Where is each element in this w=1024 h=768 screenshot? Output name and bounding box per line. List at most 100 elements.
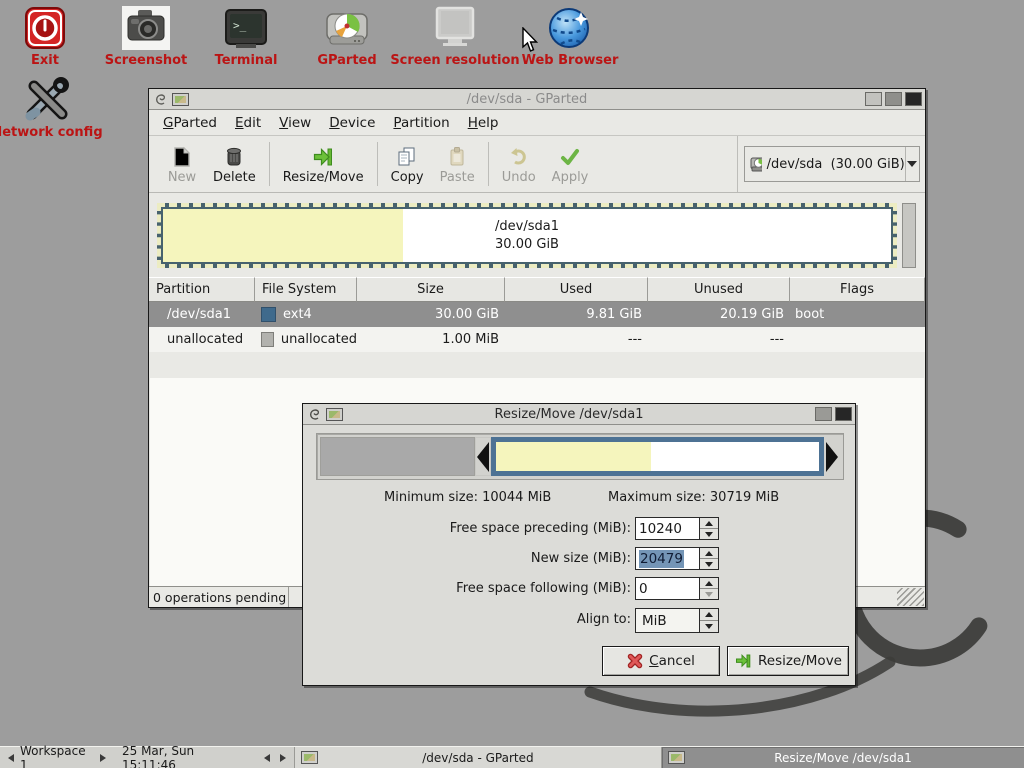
toolbar-new-button[interactable]: New	[159, 141, 205, 188]
toolbar-resize-move-button[interactable]: Resize/Move	[275, 141, 372, 188]
toolbar-apply-button[interactable]: Apply	[544, 141, 597, 188]
new-partition-icon	[170, 144, 194, 170]
column-header-partition[interactable]: Partition	[149, 277, 255, 302]
align-to-combo[interactable]: MiB	[635, 608, 719, 633]
combo-up-button[interactable]	[700, 609, 718, 621]
workspace-next-icon[interactable]	[100, 754, 106, 762]
spin-up-button[interactable]	[700, 518, 718, 529]
clock-text: 25 Mar, Sun 15:11:46	[122, 744, 248, 768]
cell-unused: ---	[648, 327, 790, 352]
dialog-titlebar[interactable]: Resize/Move /dev/sda1	[303, 404, 855, 425]
desktop-icon-label: Network config	[0, 125, 117, 140]
toolbar-label: Paste	[440, 170, 475, 185]
gparted-app-icon	[326, 408, 343, 421]
spin-down-button[interactable]	[700, 559, 718, 569]
right-resize-handle[interactable]	[824, 437, 840, 476]
cell-unused: 20.19 GiB	[648, 302, 790, 327]
gparted-titlebar[interactable]: /dev/sda - GParted	[149, 89, 925, 110]
menu-view[interactable]: View	[270, 112, 320, 134]
tasks-prev-icon[interactable]	[264, 754, 270, 762]
clock: 25 Mar, Sun 15:11:46	[114, 747, 256, 768]
arrow-right-icon	[826, 442, 838, 472]
task-label: Resize/Move /dev/sda1	[662, 751, 1024, 765]
combo-down-button[interactable]	[700, 621, 718, 632]
toolbar-paste-button[interactable]: Paste	[432, 141, 483, 188]
toolbar-delete-button[interactable]: Delete	[205, 141, 264, 188]
field-row-align: Align to:	[303, 608, 631, 631]
cancel-button[interactable]: Cancel	[602, 646, 720, 676]
spin-down-button[interactable]	[700, 589, 718, 599]
table-row-sda1[interactable]: /dev/sda1 ext4 30.00 GiB 9.81 GiB 20.19 …	[149, 302, 925, 327]
toolbar: New Delete Resize/Move Copy Paste Undo A…	[149, 136, 925, 193]
left-resize-handle[interactable]	[475, 437, 491, 476]
partition-section[interactable]	[491, 437, 824, 476]
spin-down-button[interactable]	[700, 529, 718, 539]
menu-edit[interactable]: Edit	[226, 112, 270, 134]
arrow-left-icon	[477, 442, 489, 472]
resize-move-dialog: Resize/Move /dev/sda1 Minimum size: 1004…	[302, 403, 856, 686]
column-header-filesystem[interactable]: File System	[255, 277, 357, 302]
cell-partition: unallocated	[149, 327, 255, 352]
disk-icon	[750, 156, 762, 173]
toolbar-undo-button[interactable]: Undo	[494, 141, 544, 188]
column-header-unused[interactable]: Unused	[648, 277, 790, 302]
free-space-preceding-spinbox[interactable]: 10240	[635, 517, 719, 540]
desktop-icon-network-config[interactable]: Network config	[0, 76, 117, 140]
menu-help[interactable]: Help	[459, 112, 508, 134]
column-header-flags[interactable]: Flags	[790, 277, 925, 302]
partition-visual-area: /dev/sda1 30.00 GiB	[149, 193, 925, 277]
toolbar-label: New	[168, 170, 196, 185]
minimum-size-label: Minimum size: 10044 MiB	[384, 490, 551, 505]
spin-up-button[interactable]	[700, 578, 718, 589]
device-combo-value: /dev/sda (30.00 GiB)	[767, 157, 905, 172]
unallocated-color-swatch	[261, 332, 274, 347]
free-space-preceding-label: Free space preceding (MiB):	[303, 521, 631, 536]
partition-visual-scrollbar[interactable]	[902, 203, 916, 268]
column-header-used[interactable]: Used	[505, 277, 648, 302]
table-row-unallocated[interactable]: unallocated unallocated 1.00 MiB --- ---	[149, 327, 925, 352]
cell-flags: boot	[790, 302, 925, 327]
free-space-following-spinbox[interactable]: 0	[635, 577, 719, 600]
taskbar-task-gparted[interactable]: /dev/sda - GParted	[294, 747, 661, 768]
tasks-next-icon[interactable]	[280, 754, 286, 762]
device-combo[interactable]: /dev/sda (30.00 GiB)	[744, 146, 920, 182]
toolbar-separator	[269, 142, 270, 186]
menubar: GParted Edit View Device Partition Help	[149, 110, 925, 136]
gparted-app-icon	[668, 751, 685, 764]
cell-flags	[790, 327, 925, 352]
workspace-label: Workspace 1	[20, 744, 94, 768]
workspace-switcher[interactable]: Workspace 1	[0, 747, 114, 768]
field-row-preceding: Free space preceding (MiB):	[303, 517, 631, 540]
task-scroll-arrows	[256, 747, 294, 768]
column-header-size[interactable]: Size	[357, 277, 505, 302]
menu-partition[interactable]: Partition	[384, 112, 458, 134]
toolbar-separator	[488, 142, 489, 186]
minimize-button[interactable]	[865, 92, 882, 106]
taskbar-task-resize-dialog[interactable]: Resize/Move /dev/sda1	[661, 747, 1024, 768]
close-button[interactable]	[905, 92, 922, 106]
align-to-label: Align to:	[303, 612, 631, 627]
partition-visual-selected[interactable]: /dev/sda1 30.00 GiB	[157, 203, 897, 268]
maximize-button[interactable]	[815, 407, 832, 421]
dialog-title: Resize/Move /dev/sda1	[343, 407, 795, 422]
spin-value: 10240	[639, 521, 682, 537]
gparted-app-icon	[172, 93, 189, 106]
close-button[interactable]	[835, 407, 852, 421]
maximize-button[interactable]	[885, 92, 902, 106]
cell-size: 1.00 MiB	[357, 327, 505, 352]
window-menu-icon[interactable]	[153, 92, 168, 107]
resize-grip[interactable]	[897, 588, 924, 606]
spin-up-button[interactable]	[700, 548, 718, 559]
menu-device[interactable]: Device	[320, 112, 384, 134]
new-size-spinbox[interactable]: 20479	[635, 547, 719, 570]
device-combo-dropdown[interactable]	[905, 147, 919, 181]
resize-move-confirm-button[interactable]: Resize/Move	[727, 646, 849, 676]
taskbar: Workspace 1 25 Mar, Sun 15:11:46 /dev/sd…	[0, 746, 1024, 768]
toolbar-copy-button[interactable]: Copy	[383, 141, 432, 188]
resize-slider	[316, 433, 844, 480]
menu-gparted[interactable]: GParted	[154, 112, 226, 134]
workspace-prev-icon[interactable]	[8, 754, 14, 762]
chevron-down-icon	[907, 161, 917, 167]
window-menu-icon[interactable]	[307, 407, 322, 422]
confirm-label: Resize/Move	[758, 653, 842, 669]
